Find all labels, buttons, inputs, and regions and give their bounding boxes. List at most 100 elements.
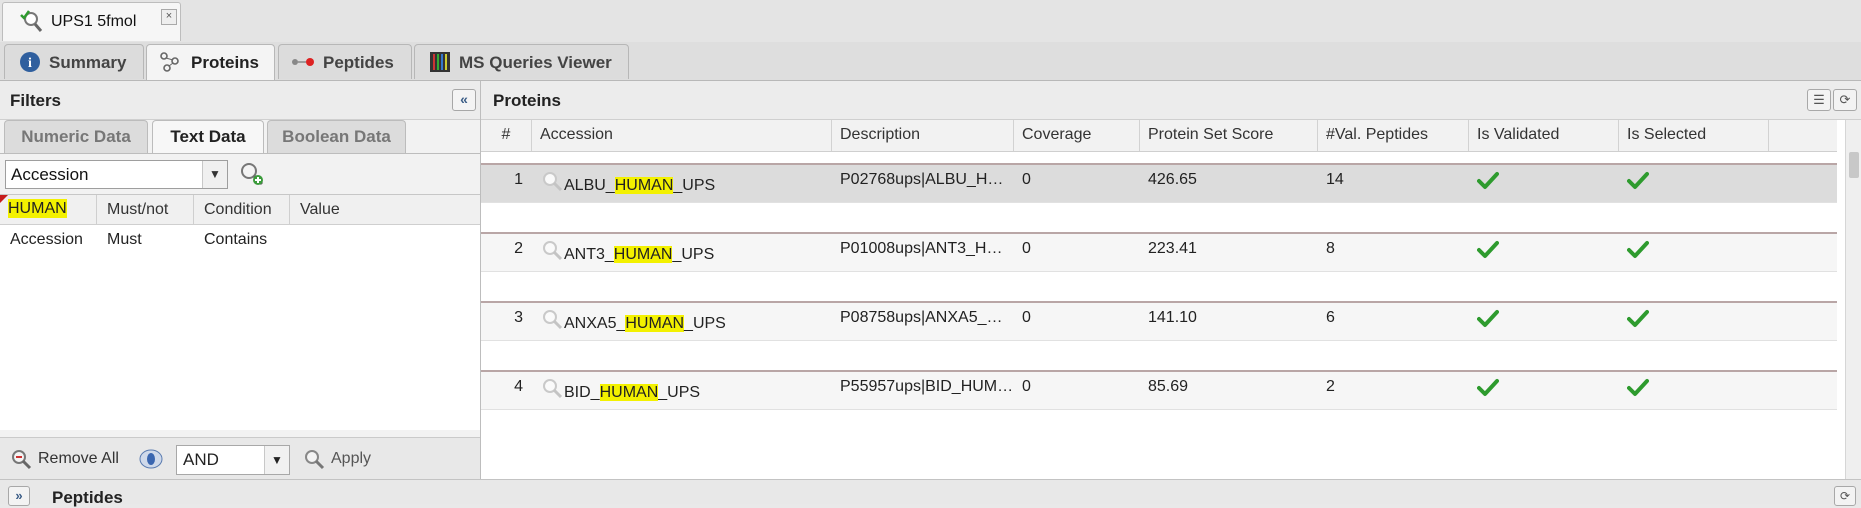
remove-all-button[interactable]: Remove All (10, 448, 120, 470)
window-tab[interactable]: UPS1 5fmol × (2, 2, 181, 41)
vertical-scrollbar[interactable] (1845, 120, 1861, 479)
val-peptides-cell[interactable]: 8 (1318, 234, 1469, 272)
column-header-val-peptides[interactable]: #Val. Peptides (1318, 120, 1469, 151)
view-details-icon[interactable] (541, 239, 563, 261)
view-details-icon[interactable] (541, 377, 563, 399)
window-tab-strip: UPS1 5fmol × (0, 0, 1861, 43)
tab-summary[interactable]: i Summary (4, 44, 144, 79)
tab-numeric-data[interactable]: Numeric Data (4, 120, 148, 153)
operator-select[interactable]: AND ▼ (176, 445, 290, 475)
protein-set-score-cell[interactable]: 223.41 (1140, 234, 1318, 272)
apply-label: Apply (331, 450, 372, 467)
is-selected-cell[interactable] (1619, 165, 1769, 203)
peptides-panel-header: » Peptides ⟳ (0, 479, 1861, 507)
column-header-condition[interactable]: Condition (194, 195, 290, 225)
chevron-down-icon[interactable]: ▼ (264, 446, 289, 474)
val-peptides-cell[interactable]: 2 (1318, 372, 1469, 410)
table-row[interactable]: 4 BID_HUMAN_UPSP55957ups|BID_HUMAN_...085… (481, 370, 1837, 410)
chevron-down-icon[interactable]: ▼ (202, 161, 227, 188)
is-selected-cell[interactable] (1619, 372, 1769, 410)
description-cell[interactable]: P02768ups|ALBU_HUMAN... (832, 165, 1014, 203)
tab-proteins-label: Proteins (191, 53, 260, 72)
checkmark-icon (1627, 379, 1649, 402)
column-header-number[interactable]: # (481, 120, 532, 151)
tab-text-data[interactable]: Text Data (152, 120, 264, 154)
protein-set-score-cell[interactable]: 141.10 (1140, 303, 1318, 341)
collapse-panel-button[interactable]: « (452, 89, 476, 111)
close-tab-button[interactable]: × (161, 9, 177, 25)
val-peptides-cell[interactable]: 14 (1318, 165, 1469, 203)
scrollbar-thumb[interactable] (1849, 152, 1859, 178)
peptide-icon (292, 58, 314, 66)
accession-suffix: _UPS (673, 177, 716, 194)
filter-field-value: Accession (11, 165, 89, 184)
view-details-icon[interactable] (541, 170, 563, 192)
table-row[interactable]: 3 ANXA5_HUMAN_UPSP08758ups|ANXA5_HUMA...0… (481, 301, 1837, 341)
accession-cell[interactable]: ANT3_HUMAN_UPS (532, 234, 832, 272)
expand-panel-button[interactable]: » (8, 486, 30, 506)
filters-footer: Remove All AND ▼ Apply (0, 437, 480, 480)
column-header-is-selected[interactable]: Is Selected (1619, 120, 1769, 151)
column-header-must-not[interactable]: Must/not (97, 195, 194, 225)
refresh-button[interactable]: ⟳ (1834, 486, 1856, 506)
description-cell[interactable]: P01008ups|ANT3_HUMA... (832, 234, 1014, 272)
column-header-is-validated[interactable]: Is Validated (1469, 120, 1619, 151)
row-number: 3 (514, 309, 523, 326)
remove-all-label: Remove All (38, 450, 119, 467)
accession-cell[interactable]: ALBU_HUMAN_UPS (532, 165, 832, 203)
coverage-cell[interactable]: 0 (1014, 165, 1140, 203)
is-validated-cell[interactable] (1469, 372, 1619, 410)
filter-must-cell[interactable]: Must (97, 226, 194, 254)
filter-field-select[interactable]: Accession ▼ (5, 160, 228, 189)
is-validated-cell[interactable] (1469, 165, 1619, 203)
checkmark-icon (1627, 172, 1649, 195)
accession-suffix: _UPS (658, 384, 701, 401)
proteins-table-header: # Accession Description Coverage Protein… (481, 120, 1837, 152)
coverage-cell[interactable]: 0 (1014, 303, 1140, 341)
is-validated-cell[interactable] (1469, 303, 1619, 341)
accession-cell[interactable]: BID_HUMAN_UPS (532, 372, 832, 410)
description-cell[interactable]: P08758ups|ANXA5_HUMA... (832, 303, 1014, 341)
info-icon: i (20, 52, 40, 72)
proteins-header: Proteins ☰ ⟳ (481, 81, 1861, 120)
proteins-title: Proteins (493, 91, 562, 110)
val-peptides-cell[interactable]: 6 (1318, 303, 1469, 341)
tab-proteins[interactable]: Proteins (146, 44, 275, 80)
tab-summary-label: Summary (49, 53, 127, 72)
is-validated-cell[interactable] (1469, 234, 1619, 272)
filters-panel: Filters « Numeric Data Text Data Boolean… (0, 81, 481, 480)
tab-boolean-data[interactable]: Boolean Data (267, 120, 406, 153)
accession-prefix: ALBU_ (564, 177, 615, 194)
column-header-protein-set-score[interactable]: Protein Set Score (1140, 120, 1318, 151)
filter-condition-cell[interactable]: Contains (194, 226, 290, 254)
table-row[interactable]: 2ANT3_HUMAN_UPSP01008ups|ANT3_HUMA...022… (481, 232, 1837, 272)
row-number: 1 (514, 171, 523, 188)
accession-suffix: _UPS (684, 315, 726, 332)
filter-param-cell[interactable]: Accession (0, 226, 97, 254)
is-selected-cell[interactable] (1619, 234, 1769, 272)
refresh-button[interactable]: ⟳ (1833, 89, 1857, 111)
add-filter-icon[interactable] (238, 160, 266, 188)
column-header-value[interactable]: Value (290, 195, 480, 225)
protein-set-score-cell[interactable]: 85.69 (1140, 372, 1318, 410)
view-details-icon[interactable] (541, 308, 563, 330)
filters-header: Filters « (0, 81, 480, 120)
tab-peptides[interactable]: Peptides (278, 44, 412, 79)
table-row[interactable]: 1 ALBU_HUMAN_UPSP02768ups|ALBU_HUMAN...04… (481, 163, 1837, 203)
is-selected-cell[interactable] (1619, 303, 1769, 341)
column-header-accession[interactable]: Accession (532, 120, 832, 151)
column-settings-button[interactable]: ☰ (1807, 89, 1831, 111)
accession-cell[interactable]: ANXA5_HUMAN_UPS (532, 303, 832, 341)
accession-highlight: HUMAN (599, 384, 659, 401)
row-number: 4 (514, 378, 523, 395)
column-header-coverage[interactable]: Coverage (1014, 120, 1140, 151)
coverage-cell[interactable]: 0 (1014, 234, 1140, 272)
coverage-cell[interactable]: 0 (1014, 372, 1140, 410)
protein-set-score-cell[interactable]: 426.65 (1140, 165, 1318, 203)
tab-divider (0, 153, 480, 154)
description-cell[interactable]: P55957ups|BID_HUMAN_... (832, 372, 1014, 410)
column-header-description[interactable]: Description (832, 120, 1014, 151)
checkmark-icon (1477, 241, 1499, 264)
apply-button[interactable]: Apply (303, 448, 383, 470)
tab-ms-queries-viewer[interactable]: MS Queries Viewer (414, 44, 629, 79)
